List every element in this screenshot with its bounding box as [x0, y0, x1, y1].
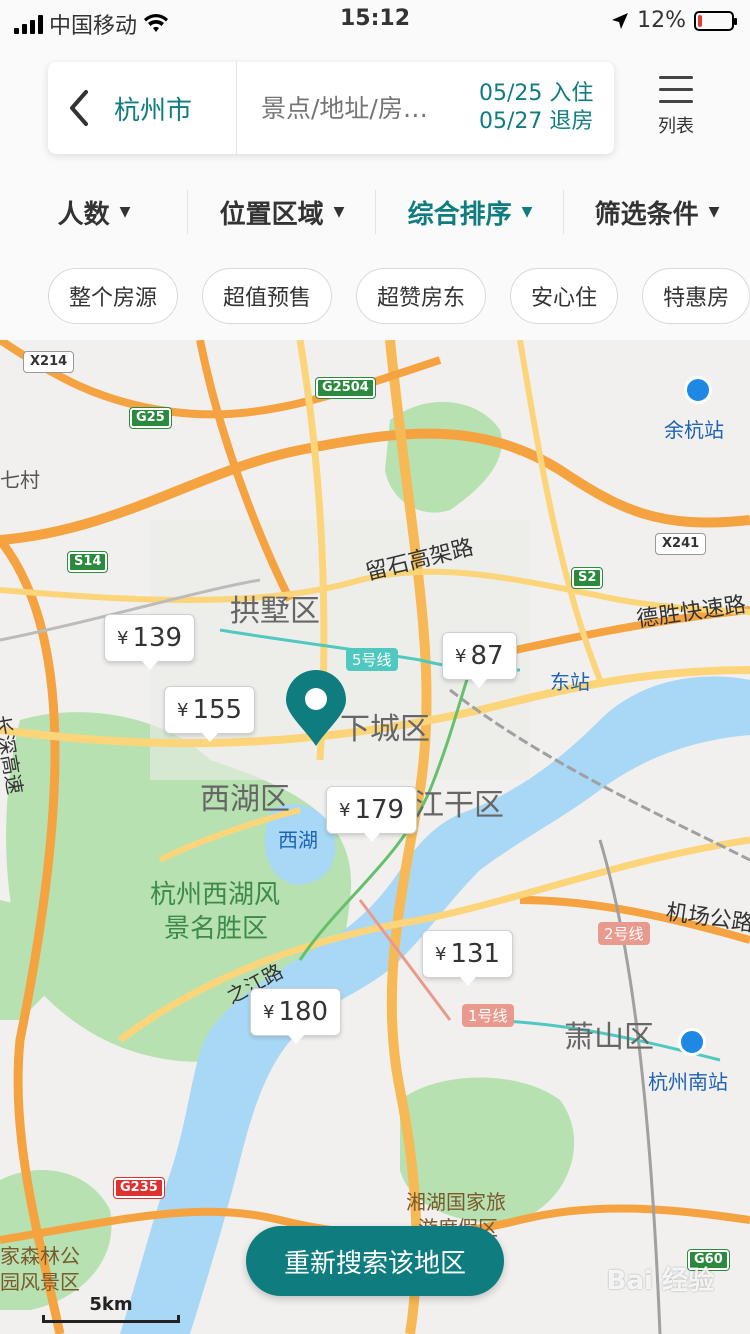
tag-presale[interactable]: 超值预售 [202, 268, 333, 324]
map-view[interactable]: 拱墅区 下城区 西湖区 江干区 萧山区 西湖 杭州西湖风 景名胜区 留石高架路 … [0, 340, 750, 1334]
district-label: 萧山区 [564, 1020, 654, 1055]
filter-sort[interactable]: 综合排序 ▼ [376, 186, 564, 238]
back-arrow-icon [70, 90, 88, 126]
price-value: 87 [470, 641, 504, 671]
tag-special-offer[interactable]: 特惠房 [642, 268, 750, 324]
caret-down-icon: ▼ [333, 204, 345, 220]
price-value: 180 [278, 997, 329, 1027]
battery-icon [694, 10, 737, 31]
yen-symbol: ¥ [263, 1001, 275, 1023]
filter-label: 筛选条件 [594, 199, 699, 230]
status-bar: 中国移动 15:12 12% [0, 0, 750, 40]
metro-line-badge: 5号线 [346, 648, 398, 671]
filter-conditions[interactable]: 筛选条件 ▼ [564, 186, 750, 238]
search-box: 杭州市 05/25 入住 05/27 退房 [48, 62, 614, 154]
tag-whole-home[interactable]: 整个房源 [48, 268, 179, 324]
price-marker[interactable]: ¥131 [422, 930, 514, 986]
checkout-date: 05/27 退房 [479, 109, 594, 134]
place-label: 七村 [0, 468, 40, 492]
district-label: 下城区 [340, 712, 430, 747]
price-marker[interactable]: ¥87 [442, 632, 517, 688]
search-input[interactable] [261, 93, 471, 123]
back-button[interactable] [48, 62, 110, 154]
filter-label: 位置区域 [219, 199, 324, 230]
price-marker[interactable]: ¥155 [164, 686, 256, 742]
price-value: 155 [192, 695, 243, 725]
yen-symbol: ¥ [339, 799, 351, 821]
date-range[interactable]: 05/25 入住 05/27 退房 [479, 80, 593, 136]
caret-down-icon: ▼ [119, 204, 131, 220]
list-icon [659, 76, 693, 103]
district-label: 江干区 [414, 788, 504, 823]
city-selector[interactable]: 杭州市 [110, 90, 236, 127]
header: 杭州市 05/25 入住 05/27 退房 列表 人数 ▼ 位置区域 ▼ 综合排序 ▼… [0, 0, 750, 340]
tag-safe-stay[interactable]: 安心住 [510, 268, 619, 324]
railway-station-icon [678, 1028, 706, 1056]
filter-guests[interactable]: 人数 ▼ [0, 186, 188, 238]
scenic-label: 景名胜区 [164, 914, 269, 944]
district-label: 西湖区 [200, 782, 290, 817]
filter-label: 综合排序 [407, 199, 512, 230]
metro-line-badge: 1号线 [462, 1004, 514, 1027]
resort-label: 湘湖国家旅 [406, 1190, 506, 1214]
map-scale: 5km [42, 1294, 180, 1323]
yen-symbol: ¥ [435, 943, 447, 965]
road-shield: G2504 [315, 377, 376, 399]
tag-superhost[interactable]: 超赞房东 [356, 268, 487, 324]
railway-station-icon [684, 376, 712, 404]
price-value: 139 [132, 623, 183, 653]
road-shield: X241 [654, 533, 707, 555]
filter-location[interactable]: 位置区域 ▼ [188, 186, 376, 238]
price-marker[interactable]: ¥180 [250, 988, 342, 1044]
price-value: 179 [354, 795, 405, 825]
caret-down-icon: ▼ [521, 204, 533, 220]
watermark: Bai 经验 [606, 1266, 714, 1296]
tag-row: 整个房源 超值预售 超赞房东 安心住 特惠房 [48, 268, 750, 324]
scale-label: 5km [89, 1294, 133, 1315]
status-right: 12% [611, 8, 737, 33]
lake-label: 西湖 [278, 828, 318, 852]
station-label: 余杭站 [664, 418, 724, 442]
station-label: 东站 [550, 670, 590, 694]
road-shield: G235 [113, 1177, 165, 1199]
park-label: 园风景区 [0, 1270, 80, 1294]
checkin-date: 05/25 入住 [479, 81, 594, 106]
yen-symbol: ¥ [455, 645, 467, 667]
district-label: 拱墅区 [230, 594, 320, 629]
research-area-button[interactable]: 重新搜索该地区 [246, 1226, 504, 1296]
price-marker[interactable]: ¥179 [326, 786, 418, 842]
yen-symbol: ¥ [177, 699, 189, 721]
battery-percent: 12% [637, 8, 686, 33]
divider [236, 62, 237, 154]
list-view-button[interactable]: 列表 [646, 72, 706, 138]
price-marker[interactable]: ¥139 [104, 614, 196, 670]
list-view-label: 列表 [658, 116, 694, 137]
park-label: 家森林公 [0, 1244, 80, 1268]
location-arrow-icon [612, 12, 629, 29]
road-shield: X214 [22, 351, 75, 373]
road-shield: S2 [570, 567, 604, 589]
station-label: 杭州南站 [648, 1070, 728, 1094]
road-shield: S14 [66, 551, 109, 573]
price-value: 131 [450, 939, 501, 969]
filter-label: 人数 [57, 199, 110, 230]
scenic-label: 杭州西湖风 [150, 880, 281, 910]
yen-symbol: ¥ [117, 627, 129, 649]
metro-line-badge: 2号线 [598, 922, 650, 945]
filter-bar: 人数 ▼ 位置区域 ▼ 综合排序 ▼ 筛选条件 ▼ [0, 186, 750, 238]
caret-down-icon: ▼ [708, 204, 720, 220]
location-pin-icon[interactable] [284, 670, 348, 748]
road-shield: G25 [129, 407, 172, 429]
